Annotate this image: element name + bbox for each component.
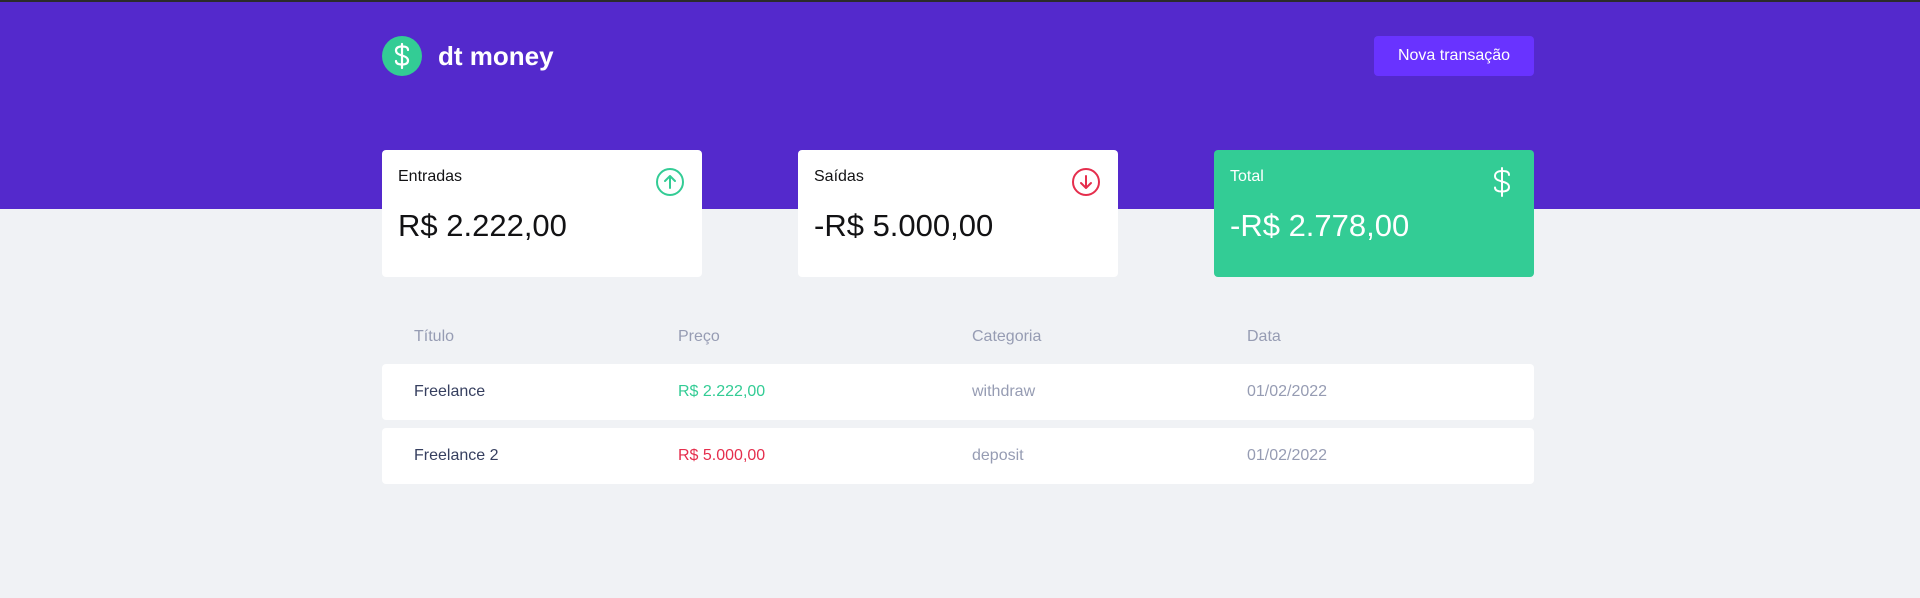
- income-label: Entradas: [398, 168, 463, 185]
- outcome-value: -R$ 5.000,00: [814, 208, 994, 243]
- row-title: Freelance: [414, 383, 486, 400]
- table-header: Título Preço Categoria Data: [382, 318, 1534, 356]
- outcome-card: Saídas -R$ 5.000,00: [798, 150, 1118, 277]
- row-price: R$ 5.000,00: [678, 447, 766, 464]
- total-label: Total: [1230, 168, 1264, 185]
- table-row: Freelance R$ 2.222,00 withdraw 01/02/202…: [382, 364, 1534, 420]
- outcome-label: Saídas: [814, 168, 864, 185]
- total-value: -R$ 2.778,00: [1230, 208, 1410, 243]
- app-title: dt money: [438, 40, 554, 71]
- row-title: Freelance 2: [414, 447, 499, 464]
- income-value: R$ 2.222,00: [398, 208, 567, 243]
- row-date: 01/02/2022: [1247, 447, 1328, 464]
- dollar-icon: [382, 36, 422, 76]
- row-category: withdraw: [972, 383, 1036, 400]
- row-date: 01/02/2022: [1247, 383, 1328, 400]
- new-transaction-button[interactable]: Nova transação: [1374, 36, 1534, 76]
- transactions-table: Título Preço Categoria Data Freelance R$…: [382, 318, 1534, 484]
- table-row: Freelance 2 R$ 5.000,00 deposit 01/02/20…: [382, 428, 1534, 484]
- header-category: Categoria: [972, 328, 1042, 345]
- header-price: Preço: [678, 328, 720, 345]
- income-card: Entradas R$ 2.222,00: [382, 150, 702, 277]
- arrow-up-circle-icon: [654, 166, 686, 198]
- header-date: Data: [1247, 328, 1281, 345]
- total-card: Total -R$ 2.778,00: [1214, 150, 1534, 277]
- dollar-icon: [1486, 166, 1518, 198]
- arrow-down-circle-icon: [1070, 166, 1102, 198]
- row-price: R$ 2.222,00: [678, 383, 766, 400]
- header-title: Título: [414, 328, 455, 345]
- row-category: deposit: [972, 447, 1024, 464]
- logo: dt money: [382, 36, 554, 76]
